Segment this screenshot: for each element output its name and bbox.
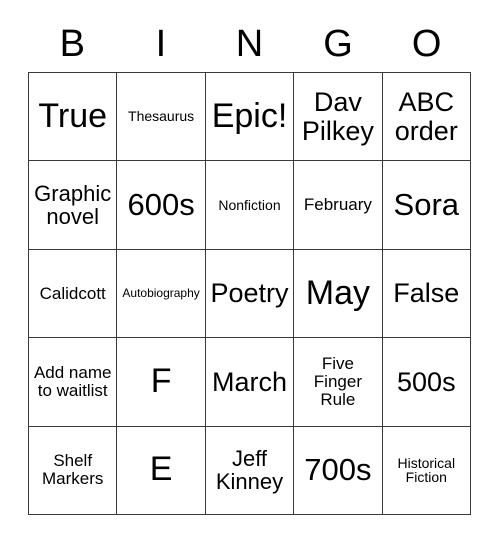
bingo-cell[interactable]: Poetry bbox=[205, 249, 295, 339]
bingo-cell-label: Nonfiction bbox=[218, 196, 281, 213]
bingo-grid: True Thesaurus Epic! Dav Pilkey ABC orde… bbox=[28, 72, 471, 515]
bingo-cell-label: 600s bbox=[127, 186, 195, 222]
bingo-cell[interactable]: ABC order bbox=[382, 73, 471, 162]
bingo-cell[interactable]: Autobiography bbox=[117, 249, 206, 339]
bingo-cell[interactable]: Sora bbox=[382, 161, 471, 250]
bingo-cell-label: Dav Pilkey bbox=[301, 87, 374, 146]
bingo-cell-label: E bbox=[149, 450, 173, 489]
bingo-cell-label: Epic! bbox=[211, 96, 288, 135]
bingo-cell[interactable]: March bbox=[205, 338, 295, 427]
bingo-header-letter-n-label: N bbox=[235, 23, 264, 65]
bingo-cell-label: ABC order bbox=[394, 87, 458, 146]
bingo-cell[interactable]: Shelf Markers bbox=[29, 426, 118, 515]
bingo-cell-label: 700s bbox=[304, 452, 372, 488]
bingo-cell[interactable]: Calidcott bbox=[29, 249, 118, 339]
bingo-header-letter-i: I bbox=[117, 16, 206, 72]
bingo-cell[interactable]: 700s bbox=[294, 426, 383, 515]
bingo-cell[interactable]: Jeff Kinney bbox=[205, 426, 295, 515]
bingo-cell-label: Autobiography bbox=[122, 286, 200, 301]
bingo-cell[interactable]: Graphic novel bbox=[29, 161, 118, 250]
bingo-cell[interactable]: Add name to waitlist bbox=[29, 338, 118, 427]
bingo-cell[interactable]: May bbox=[294, 249, 383, 339]
bingo-cell[interactable]: Thesaurus bbox=[117, 73, 206, 162]
bingo-cell-label: Thesaurus bbox=[128, 108, 195, 125]
bingo-cell-label: Historical Fiction bbox=[397, 454, 456, 486]
bingo-cell[interactable]: Historical Fiction bbox=[382, 426, 471, 515]
bingo-cell[interactable]: Five Finger Rule bbox=[294, 338, 383, 427]
bingo-cell-label: True bbox=[38, 96, 108, 135]
bingo-cell[interactable]: Dav Pilkey bbox=[294, 73, 383, 162]
bingo-cell-label: F bbox=[150, 362, 172, 401]
bingo-cell[interactable]: False bbox=[382, 249, 471, 339]
bingo-cell[interactable]: 500s bbox=[382, 338, 471, 427]
bingo-cell-label: Sora bbox=[393, 186, 460, 222]
bingo-cell[interactable]: Nonfiction bbox=[205, 161, 295, 250]
bingo-cell[interactable]: E bbox=[117, 426, 206, 515]
bingo-cell-label: Five Finger Rule bbox=[313, 354, 362, 409]
bingo-cell-label: Add name to waitlist bbox=[33, 363, 112, 400]
bingo-cell-label: False bbox=[393, 278, 460, 309]
bingo-cell[interactable]: F bbox=[117, 338, 206, 427]
bingo-header-letter-o: O bbox=[382, 16, 471, 72]
bingo-cell-label: February bbox=[303, 195, 372, 215]
bingo-header-letter-i-label: I bbox=[155, 23, 167, 65]
bingo-cell-label: May bbox=[305, 273, 370, 312]
bingo-cell-label: Jeff Kinney bbox=[215, 446, 284, 495]
bingo-cell-label: Poetry bbox=[210, 278, 289, 309]
bingo-header-row: B I N G O bbox=[28, 16, 471, 72]
bingo-cell-label: Calidcott bbox=[39, 283, 106, 303]
bingo-header-letter-b-label: B bbox=[59, 23, 85, 65]
bingo-cell[interactable]: Epic! bbox=[205, 73, 295, 162]
bingo-cell-label: March bbox=[211, 366, 287, 397]
bingo-header-letter-g-label: G bbox=[323, 23, 353, 65]
bingo-header-letter-b: B bbox=[28, 16, 117, 72]
bingo-cell[interactable]: True bbox=[29, 73, 118, 162]
bingo-cell-label: Shelf Markers bbox=[41, 451, 104, 489]
bingo-cell[interactable]: 600s bbox=[117, 161, 206, 250]
bingo-header-letter-n: N bbox=[205, 16, 294, 72]
bingo-card: B I N G O True Thesaurus Epic! Dav Pilke… bbox=[0, 0, 500, 544]
bingo-header-letter-o-label: O bbox=[411, 23, 442, 65]
bingo-cell[interactable]: February bbox=[294, 161, 383, 250]
bingo-header-letter-g: G bbox=[294, 16, 383, 72]
bingo-cell-label: Graphic novel bbox=[34, 181, 112, 230]
bingo-cell-label: 500s bbox=[397, 366, 456, 397]
